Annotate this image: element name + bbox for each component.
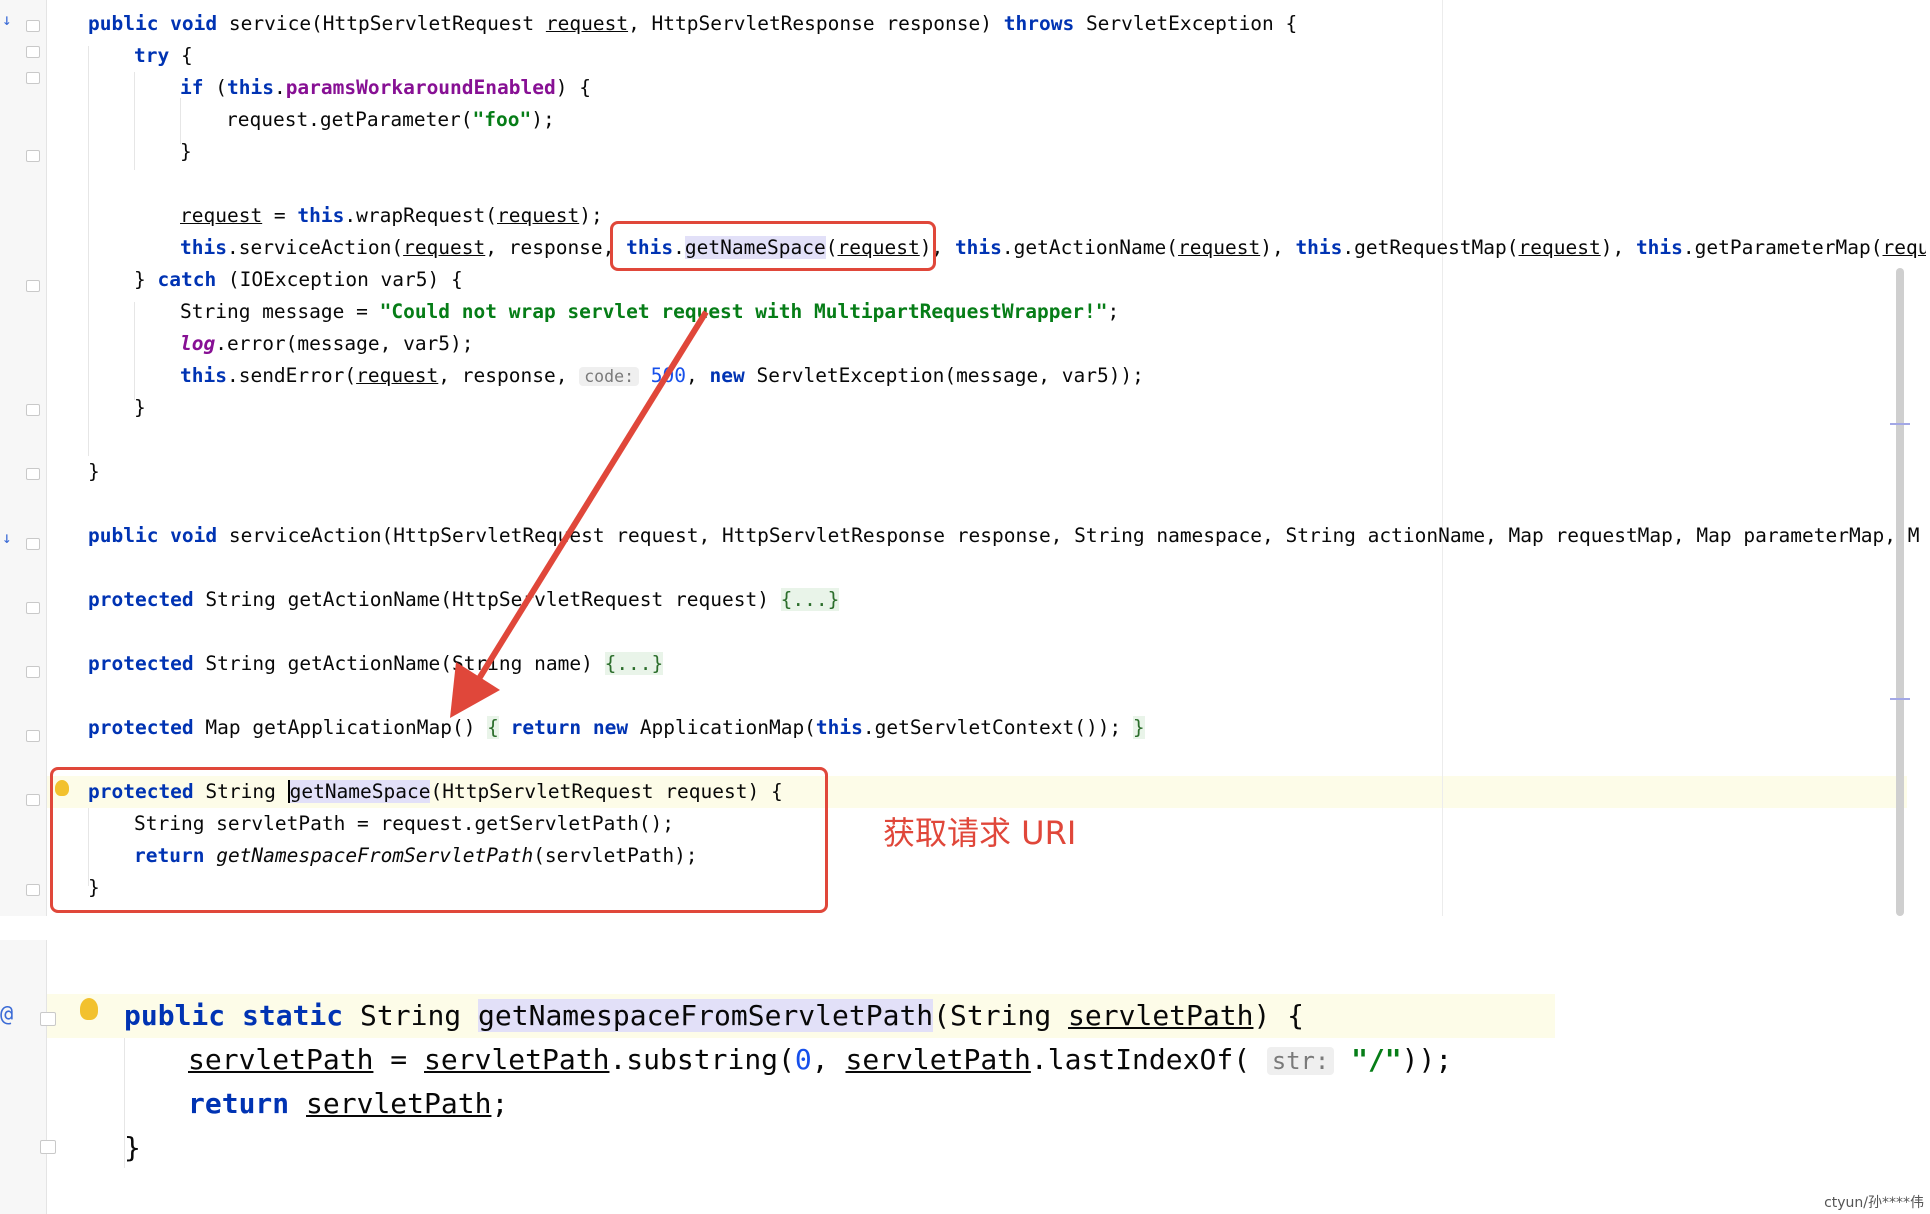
gutter	[0, 940, 47, 1214]
code-line: }	[124, 1131, 141, 1164]
implementation-icon[interactable]: @	[0, 1002, 13, 1027]
bottom-editor-pane: @ public static String getNamespaceFromS…	[0, 940, 1930, 1214]
param-hint: str:	[1266, 1047, 1335, 1075]
code-line: public static String getNamespaceFromSer…	[124, 999, 1305, 1032]
code-line: servletPath = servletPath.substring(0, s…	[188, 1043, 1453, 1076]
arrow-annotation	[450, 310, 709, 718]
code-line: return servletPath;	[188, 1087, 509, 1120]
fold-icon[interactable]	[40, 1012, 56, 1026]
top-editor-pane: ↓ ↓ public void service(HttpServletReque…	[0, 0, 1926, 916]
fold-end-icon[interactable]	[40, 1140, 56, 1154]
lightbulb-icon[interactable]	[80, 998, 98, 1020]
watermark: ctyun/孙****伟	[1824, 1195, 1924, 1211]
